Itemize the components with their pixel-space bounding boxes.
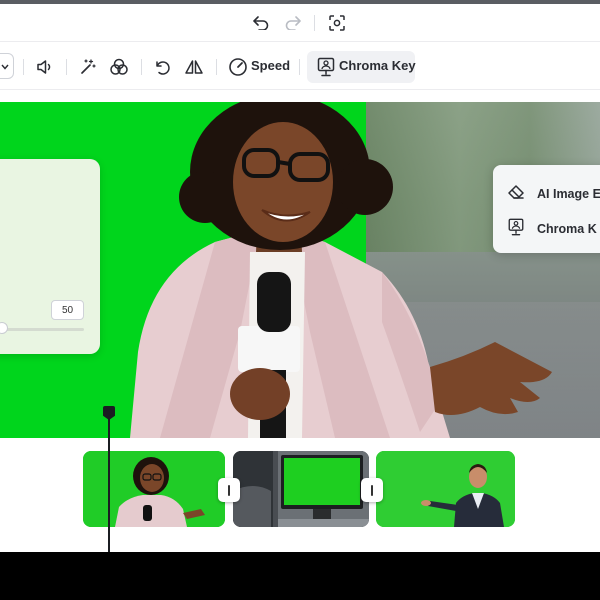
top-separator <box>314 15 315 31</box>
clip-woman-green-screen <box>83 451 225 527</box>
redo-icon[interactable] <box>283 13 303 33</box>
clip-man-green-screen <box>376 451 515 527</box>
timeline-clip[interactable] <box>233 451 369 527</box>
menu-item-ai-image[interactable]: AI Image E <box>507 184 600 203</box>
color-filter-icon[interactable] <box>108 57 130 77</box>
speed-button-label[interactable]: Speed <box>251 58 290 73</box>
video-preview[interactable]: 50 AI Image E Chroma K <box>0 102 600 438</box>
zoom-dropdown[interactable] <box>0 53 14 79</box>
adjust-panel <box>0 159 100 354</box>
volume-icon[interactable] <box>35 57 55 77</box>
eraser-icon <box>507 184 525 203</box>
timeline-clip[interactable] <box>376 451 515 527</box>
playhead-line[interactable] <box>108 410 110 552</box>
toolbar-separator <box>23 59 24 75</box>
chroma-key-label: Chroma Key <box>339 58 416 73</box>
chroma-key-icon <box>507 218 525 239</box>
clip-transition-handle[interactable] <box>361 478 383 502</box>
adjust-slider[interactable] <box>0 328 84 331</box>
clip-green-monitor <box>233 451 369 527</box>
adjust-value-input[interactable]: 50 <box>51 300 84 320</box>
menu-item-chroma-key[interactable]: Chroma K <box>507 218 597 239</box>
presenter-woman-image <box>130 102 552 438</box>
speed-icon[interactable] <box>227 56 249 78</box>
rotate-icon[interactable] <box>152 57 172 77</box>
video-editor: Speed Chroma Key 50 AI Image E Chroma K <box>0 0 600 552</box>
bottom-black-bar <box>0 552 600 600</box>
toolbar-separator <box>141 59 142 75</box>
edit-toolbar: Speed Chroma Key <box>0 44 600 90</box>
menu-item-label: AI Image E <box>537 186 600 201</box>
toolbar-separator <box>299 59 300 75</box>
magic-wand-icon[interactable] <box>78 57 98 77</box>
clip-transition-handle[interactable] <box>218 478 240 502</box>
chroma-key-icon <box>316 56 336 78</box>
menu-item-label: Chroma K <box>537 221 597 236</box>
chevron-down-icon <box>1 57 9 75</box>
screenshot-icon[interactable] <box>327 13 347 33</box>
undo-icon[interactable] <box>251 13 271 33</box>
flip-icon[interactable] <box>183 57 205 77</box>
toolbar-separator <box>216 59 217 75</box>
toolbar-separator <box>66 59 67 75</box>
top-bar <box>0 4 600 42</box>
timeline-clip[interactable] <box>83 451 225 527</box>
ai-tools-menu: AI Image E Chroma K <box>493 165 600 253</box>
